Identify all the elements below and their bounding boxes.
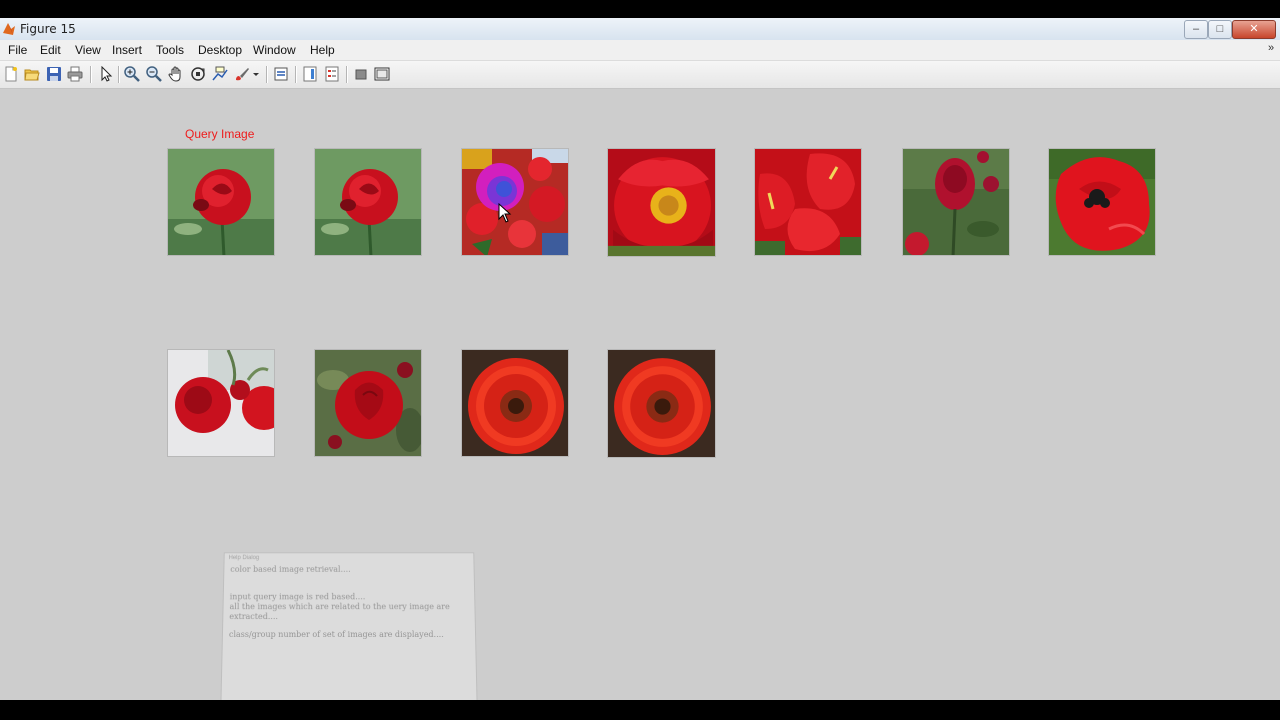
dialog-title: Help Dialog (229, 555, 260, 561)
red-gerbera (462, 350, 569, 457)
red-flowers-selected (462, 149, 569, 256)
menu-bar: File Edit View Insert Tools Desktop Wind… (0, 40, 1280, 61)
red-gerbera-2 (608, 350, 716, 458)
window-title: Figure 15 (20, 22, 76, 36)
save-icon[interactable] (46, 66, 62, 82)
toolbar-separator (266, 66, 267, 83)
red-anthurium (755, 149, 862, 256)
data-cursor-icon[interactable] (212, 66, 228, 82)
screen-bottom-border (0, 700, 1280, 720)
insert-legend-icon[interactable] (324, 66, 340, 82)
insert-colorbar-icon[interactable] (302, 66, 318, 82)
minimize-button[interactable]: – (1184, 20, 1208, 39)
message-dialog[interactable]: Help Dialog color based image retrieval.… (220, 552, 478, 714)
mouse-cursor-icon (498, 203, 512, 223)
pan-hand-icon[interactable] (168, 66, 184, 82)
open-file-icon[interactable] (24, 66, 40, 82)
figure-canvas[interactable]: Query Image Help Dialog color based imag… (0, 89, 1280, 700)
red-rose-query (168, 149, 275, 256)
red-roses-cluster (168, 350, 275, 457)
rotate-3d-icon[interactable] (190, 66, 206, 82)
menu-help[interactable]: Help (310, 43, 335, 57)
result-image-5[interactable] (902, 148, 1010, 256)
red-rose-match (315, 149, 422, 256)
dialog-line: class/group number of set of images are … (229, 630, 444, 639)
red-roses-bush (903, 149, 1010, 256)
toolbar-separator (90, 66, 91, 83)
brush-dropdown-icon[interactable] (252, 66, 260, 82)
toolbar-separator (295, 66, 296, 83)
dialog-line: extracted.... (229, 612, 278, 621)
edit-plot-arrow-icon[interactable] (97, 66, 113, 82)
query-image-label: Query Image (185, 127, 254, 141)
menu-window[interactable]: Window (253, 43, 296, 57)
dialog-line: all the images which are related to the … (229, 602, 449, 611)
result-image-7[interactable] (167, 349, 275, 457)
result-image-4[interactable] (754, 148, 862, 256)
result-image-8[interactable] (314, 349, 422, 457)
result-image-1[interactable] (314, 148, 422, 256)
hide-plot-tools-icon[interactable] (353, 66, 369, 82)
dialog-line: input query image is red based.... (230, 592, 366, 601)
title-bar[interactable]: Figure 15 – □ ✕ (0, 18, 1280, 41)
figure-window: Figure 15 – □ ✕ File Edit View Insert To… (0, 18, 1280, 700)
matlab-icon (2, 21, 16, 37)
menu-desktop[interactable]: Desktop (198, 43, 242, 57)
maximize-button[interactable]: □ (1208, 20, 1232, 39)
red-peony (608, 149, 716, 257)
zoom-out-icon[interactable] (146, 66, 162, 82)
result-image-2[interactable] (461, 148, 569, 256)
result-image-3[interactable] (607, 148, 716, 257)
zoom-in-icon[interactable] (124, 66, 140, 82)
menu-overflow-icon[interactable]: » (1268, 42, 1274, 54)
dialog-line: color based image retrieval.... (230, 565, 350, 574)
new-figure-icon[interactable] (3, 66, 19, 82)
link-plot-icon[interactable] (273, 66, 289, 82)
single-red-rose (315, 350, 422, 457)
close-button[interactable]: ✕ (1232, 20, 1276, 39)
menu-insert[interactable]: Insert (112, 43, 142, 57)
result-image-10[interactable] (607, 349, 716, 458)
query-image[interactable] (167, 148, 275, 256)
print-icon[interactable] (67, 66, 83, 82)
toolbar-separator (118, 66, 119, 83)
result-image-9[interactable] (461, 349, 569, 457)
red-poppy (1049, 149, 1156, 256)
toolbar (0, 61, 1280, 89)
menu-tools[interactable]: Tools (156, 43, 184, 57)
show-plot-tools-icon[interactable] (374, 66, 390, 82)
menu-file[interactable]: File (8, 43, 27, 57)
menu-edit[interactable]: Edit (40, 43, 61, 57)
toolbar-separator (346, 66, 347, 83)
menu-view[interactable]: View (75, 43, 101, 57)
brush-icon[interactable] (234, 66, 250, 82)
result-image-6[interactable] (1048, 148, 1156, 256)
